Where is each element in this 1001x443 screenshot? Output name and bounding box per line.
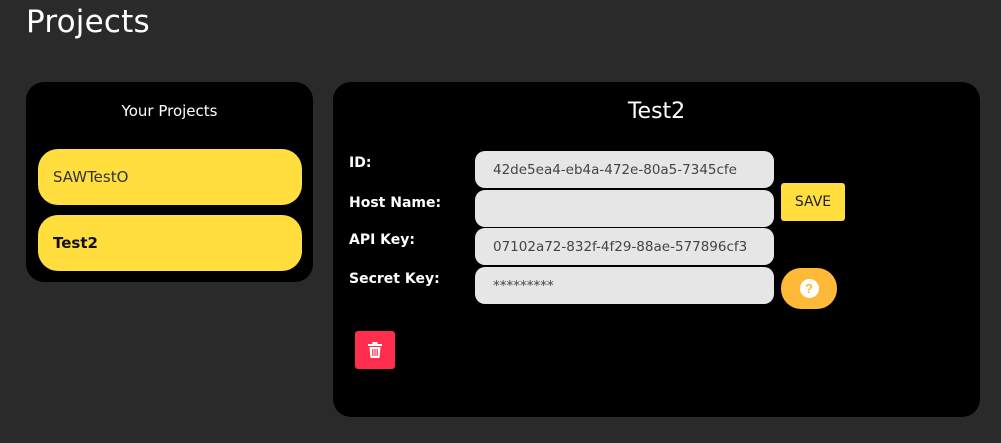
host-name-label: Host Name: [349,195,442,211]
secret-key-label: Secret Key: [349,271,440,287]
id-field[interactable] [475,151,774,188]
project-detail-title: Test2 [627,99,686,124]
help-button[interactable]: ? [781,268,837,309]
project-detail-panel: Test2 ID: Host Name: API Key: Secret Key… [333,82,980,417]
question-circle-icon: ? [799,279,819,298]
host-name-field[interactable] [475,190,774,227]
id-label: ID: [349,155,372,171]
project-item-test2[interactable]: Test2 [38,215,302,271]
api-key-label: API Key: [349,232,416,248]
save-button[interactable]: SAVE [781,183,845,221]
project-item-sawtesto[interactable]: SAWTestO [38,149,302,205]
trash-icon [368,342,382,358]
page-title: Projects [26,4,150,40]
secret-key-field[interactable] [475,267,774,304]
projects-list-panel: Your Projects SAWTestO Test2 [26,82,313,282]
projects-list-heading: Your Projects [121,102,218,120]
api-key-field[interactable] [475,228,774,265]
delete-button[interactable] [355,331,395,369]
